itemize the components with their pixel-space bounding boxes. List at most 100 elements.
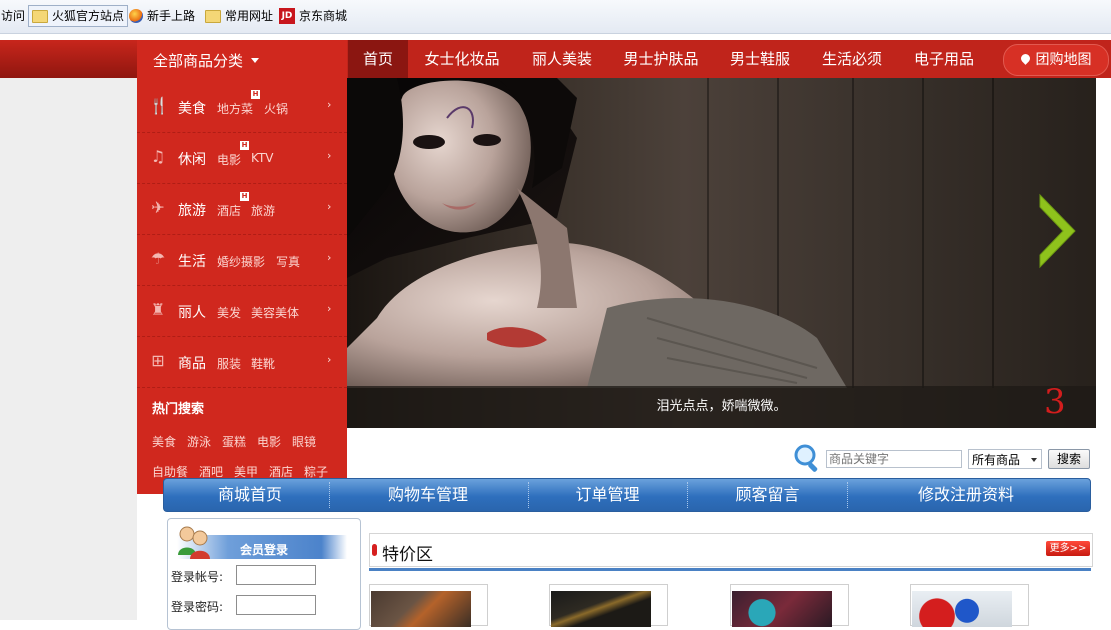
hot-search-link[interactable]: 电影 [257, 433, 281, 450]
hot-search-link[interactable]: 美食 [152, 433, 176, 450]
jd-icon: JD [279, 8, 295, 24]
product-image[interactable] [912, 591, 1012, 627]
all-categories-button[interactable]: 全部商品分类 [153, 50, 260, 71]
category-sub-link[interactable]: 电影 [217, 151, 241, 168]
category-sub-link[interactable]: 服装 [217, 355, 241, 372]
category-row-travel[interactable]: ✈ 旅游 酒店 旅游 H › [137, 183, 347, 235]
bookmark-common-sites[interactable]: 常用网址 [205, 6, 273, 26]
password-input[interactable] [236, 595, 316, 615]
bookmark-jd[interactable]: JD 京东商城 [279, 6, 347, 26]
nav-item-women-cosmetics[interactable]: 女士化妆品 [414, 40, 510, 78]
search-icon [794, 444, 818, 472]
nav-item-men-skincare[interactable]: 男士护肤品 [613, 40, 709, 78]
category-name: 旅游 [178, 203, 206, 219]
chevron-right-icon: › [327, 302, 332, 315]
account-label: 登录帐号: [171, 570, 224, 584]
category-sub-link[interactable]: 地方菜 [217, 100, 253, 117]
nav-item-home[interactable]: 首页 [348, 40, 408, 78]
account-input[interactable] [236, 565, 316, 585]
category-sub-link[interactable]: 美发 [217, 304, 241, 321]
product-image[interactable] [371, 591, 471, 627]
product-image[interactable] [732, 591, 832, 627]
category-sub-link[interactable]: 旅游 [251, 202, 275, 219]
chevron-right-icon: › [327, 98, 332, 111]
category-row-leisure[interactable]: ♫ 休闲 电影 KTV H › [137, 132, 347, 184]
category-row-life[interactable]: ☂ 生活 婚纱摄影 写真 › [137, 234, 347, 286]
category-row-food[interactable]: 🍴 美食 地方菜 火锅 H › [137, 81, 347, 133]
bookmark-visit[interactable]: 访问 [1, 6, 25, 26]
category-sub-link[interactable]: KTV [251, 151, 273, 165]
category-row-goods[interactable]: ⊞ 商品 服装 鞋靴 › [137, 336, 347, 388]
nav-item-electronics[interactable]: 电子用品 [903, 40, 985, 78]
more-button[interactable]: 更多>> [1046, 541, 1090, 556]
hot-badge: H [251, 90, 260, 99]
category-sub-link[interactable]: 火锅 [264, 100, 288, 117]
umbrella-icon: ☂ [150, 249, 166, 268]
nav-item-beauty-fashion[interactable]: 丽人美装 [521, 40, 603, 78]
chevron-down-icon [1031, 458, 1037, 462]
menu-separator [847, 482, 848, 508]
group-buy-map-button[interactable]: 团购地图 [1003, 44, 1109, 76]
bullet-icon [372, 544, 377, 556]
menu-shop-home[interactable]: 商城首页 [182, 478, 318, 512]
menu-separator [687, 482, 688, 508]
perfume-icon: ♜ [150, 300, 166, 319]
hot-search-link[interactable]: 蛋糕 [222, 433, 246, 450]
map-pin-icon [1018, 52, 1032, 65]
category-sub-link[interactable]: 美容美体 [251, 304, 299, 321]
slide-number[interactable]: 3 [1044, 382, 1066, 422]
menu-customer-messages[interactable]: 顾客留言 [694, 478, 841, 512]
airplane-icon: ✈ [151, 198, 165, 217]
hot-search-title: 热门搜索 [152, 402, 205, 417]
search-input[interactable] [826, 450, 962, 468]
all-categories-label: 全部商品分类 [153, 52, 244, 70]
hot-badge: H [240, 192, 249, 201]
hot-search-link[interactable]: 眼镜 [292, 433, 316, 450]
category-name: 休闲 [178, 152, 206, 168]
folder-icon [32, 9, 48, 23]
map-button-label: 团购地图 [1035, 52, 1092, 68]
category-menu: 全部商品分类 🍴 美食 地方菜 火锅 H › ♫ 休闲 电影 KTV H › ✈… [137, 40, 347, 494]
password-label: 登录密码: [171, 600, 224, 614]
special-offer-header [369, 533, 1093, 567]
category-sub-link[interactable]: 鞋靴 [251, 355, 275, 372]
nav-item-men-apparel[interactable]: 男士鞋服 [719, 40, 801, 78]
special-offer-title: 特价区 [382, 545, 433, 565]
banner-caption: 泪光点点，娇喘微微。 [656, 399, 787, 414]
category-sub-link[interactable]: 婚纱摄影 [217, 253, 265, 270]
left-background [0, 78, 137, 620]
banner-slideshow[interactable]: 泪光点点，娇喘微微。 3 [347, 78, 1096, 428]
menu-separator [528, 482, 529, 508]
category-name: 美食 [178, 101, 206, 117]
bookmarks-toolbar: 访问 火狐官方站点 新手上路 常用网址 JD 京东商城 [0, 0, 1111, 34]
bookmark-label: 京东商城 [299, 9, 348, 23]
member-login-title: 会员登录 [240, 543, 289, 557]
menu-order-management[interactable]: 订单管理 [536, 478, 679, 512]
chevron-right-icon: › [327, 200, 332, 213]
next-arrow-icon[interactable] [1037, 193, 1077, 273]
chevron-right-icon: › [327, 353, 332, 366]
bookmark-label: 访问 [1, 9, 26, 23]
category-select[interactable]: 所有商品 [968, 449, 1042, 469]
users-icon [178, 526, 210, 559]
nav-left-strip [0, 40, 137, 78]
category-name: 生活 [178, 254, 206, 270]
menu-cart-management[interactable]: 购物车管理 [342, 478, 514, 512]
chevron-right-icon: › [327, 149, 332, 162]
category-name: 丽人 [178, 305, 206, 321]
firefox-icon [129, 9, 143, 23]
utensils-icon: 🍴 [149, 96, 169, 115]
search-button[interactable]: 搜索 [1048, 449, 1090, 469]
category-sub-link[interactable]: 酒店 [217, 202, 241, 219]
bookmark-getting-started[interactable]: 新手上路 [129, 6, 195, 26]
bookmark-label: 新手上路 [147, 9, 196, 23]
bookmark-firefox-official[interactable]: 火狐官方站点 [28, 5, 129, 27]
nav-item-daily-necessities[interactable]: 生活必须 [811, 40, 893, 78]
menu-edit-registration[interactable]: 修改注册资料 [855, 478, 1077, 512]
product-image[interactable] [551, 591, 651, 627]
music-note-icon: ♫ [150, 147, 166, 166]
category-sub-link[interactable]: 写真 [276, 253, 300, 270]
category-row-beauty[interactable]: ♜ 丽人 美发 美容美体 › [137, 285, 347, 337]
hot-search-link[interactable]: 游泳 [187, 433, 211, 450]
menu-separator [329, 482, 330, 508]
